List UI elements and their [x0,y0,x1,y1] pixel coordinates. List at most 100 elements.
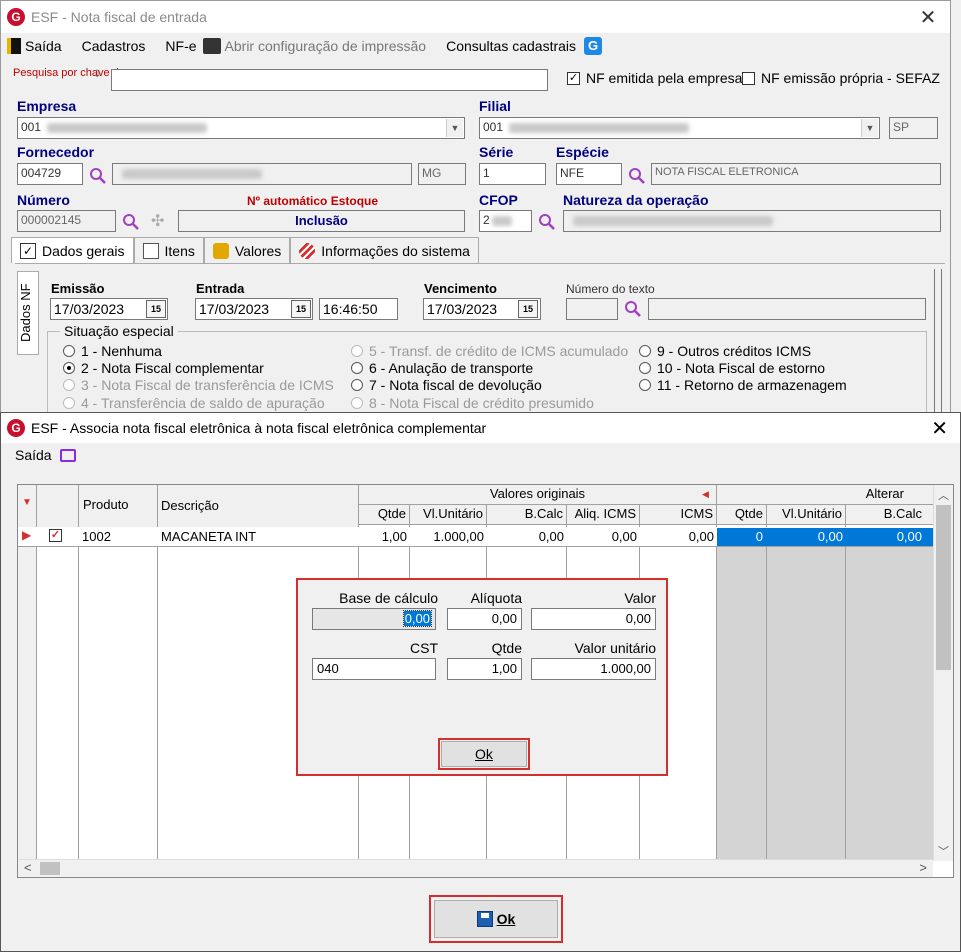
fornecedor-code[interactable]: 004729 [17,163,83,185]
radio-situacao-9[interactable]: 9 - Outros créditos ICMS [639,343,811,359]
table-row[interactable]: ▶ ✓ 1002 MACANETA INT 1,00 1.000,00 0,00… [18,527,935,547]
radio-situacao-2[interactable]: 2 - Nota Fiscal complementar [63,360,264,376]
menu-nfe[interactable]: NF-e [165,38,196,54]
radio-situacao-8[interactable]: 8 - Nota Fiscal de crédito presumido [351,395,594,411]
calendar-icon[interactable]: 15 [518,300,538,318]
header-alt-b-calc[interactable]: B.Calc [846,505,935,525]
calendar-icon[interactable]: 15 [146,300,166,318]
radio-situacao-3[interactable]: 3 - Nota Fiscal de transferência de ICMS [63,377,334,393]
vencimento-label: Vencimento [424,281,497,296]
search-icon[interactable] [122,213,140,231]
cell-alt-qtde[interactable]: 0 [717,528,763,546]
tab-dados-gerais[interactable]: ✓ Dados gerais [11,237,134,263]
header-qtde[interactable]: Qtde [359,505,410,525]
add-icon[interactable]: ✣ [151,211,164,231]
radio-situacao-5[interactable]: 5 - Transf. de crédito de ICMS acumulado [351,343,628,359]
search-icon[interactable] [538,213,556,231]
valor-input[interactable]: 0,00 [531,608,656,630]
radio-situacao-11[interactable]: 11 - Retorno de armazenagem [639,377,847,393]
info-stripes-icon [299,242,316,259]
empresa-select[interactable]: 001 ▼ [17,117,465,139]
collapse-left-icon[interactable]: ◀ [702,489,709,500]
radio-situacao-4[interactable]: 4 - Transferência de saldo de apuração [63,395,325,411]
serie-input[interactable]: 1 [479,163,546,185]
numero-texto-input[interactable] [566,298,618,320]
search-icon[interactable] [628,167,646,185]
vertical-scrollbar[interactable]: ︿ ﹀ [933,485,953,861]
numero-input[interactable]: 000002145 [17,210,116,232]
chevron-down-icon[interactable]: ﹀ [938,843,949,859]
horizontal-scrollbar[interactable]: < > [18,859,933,877]
valor-unitario-input[interactable]: 1.000,00 [531,658,656,680]
menu-cadastros[interactable]: Cadastros [82,38,146,54]
monitor-icon[interactable] [59,448,76,462]
check-icon: ✓ [20,242,36,259]
cell-produto: 1002 [82,529,111,544]
radio-label: 2 - Nota Fiscal complementar [81,360,264,376]
fornecedor-label: Fornecedor [17,144,95,160]
entrada-time-input[interactable]: 16:46:50 [319,298,398,320]
tab-informacoes-label: Informações do sistema [321,242,470,259]
main-close-icon[interactable]: ✕ [916,5,940,30]
fornecedor-name [112,163,412,185]
cst-input[interactable]: 040 [312,658,436,680]
qtde-input[interactable]: 1,00 [447,658,522,680]
menu-consultas[interactable]: Consultas cadastrais [446,38,576,54]
search-icon[interactable] [89,167,107,185]
filial-name-redacted [509,122,690,133]
filial-select[interactable]: 001 ▼ [479,117,880,139]
base-calculo-input[interactable]: 0,00 [312,608,436,630]
row-checkbox[interactable]: ✓ [49,529,62,542]
header-alterar: Alterar [717,485,935,505]
especie-code[interactable]: NFE [556,163,622,185]
search-input[interactable] [111,69,548,91]
edit-document-icon [142,242,159,259]
header-aliq-icms[interactable]: Aliq. ICMS [567,505,640,525]
header-icms[interactable]: ICMS [640,505,717,525]
menu-abrir-config[interactable]: Abrir configuração de impressão [202,38,426,54]
tab-informacoes[interactable]: Informações do sistema [290,237,479,263]
dialog-menu-saida[interactable]: Saída [15,447,52,463]
side-tab-dados-nf[interactable]: Dados NF [17,271,39,355]
ok-button[interactable]: Ok [434,900,558,938]
scroll-thumb[interactable] [936,505,951,670]
cell-icms: 0,00 [688,529,714,544]
header-alt-vl-unitario[interactable]: Vl.Unitário [767,505,846,525]
tab-itens[interactable]: Itens [133,237,204,263]
header-b-calc[interactable]: B.Calc [487,505,567,525]
popup-ok-button[interactable]: Ok [441,741,527,767]
radio-label: 4 - Transferência de saldo de apuração [81,395,325,411]
app-g-icon[interactable]: G [584,37,603,55]
calendar-icon[interactable]: 15 [291,300,311,318]
search-icon[interactable] [624,300,642,318]
header-vl-unitario[interactable]: Vl.Unitário [410,505,487,525]
header-alt-qtde[interactable]: Qtde [717,505,767,525]
aliquota-input[interactable]: 0,00 [447,608,522,630]
radio-situacao-10[interactable]: 10 - Nota Fiscal de estorno [639,360,825,376]
nf-propria-checkbox[interactable]: NF emissão própria - SEFAZ [742,70,940,86]
dialog-close-icon[interactable]: ✕ [931,416,948,441]
radio-situacao-7[interactable]: 7 - Nota fiscal de devolução [351,377,542,393]
nf-empresa-checkbox[interactable]: ✓ NF emitida pela empresa [567,70,742,86]
menu-saida[interactable]: Saída [7,38,62,54]
indicator-col [18,537,36,861]
menu-saida-label: Saída [25,38,62,54]
filial-code: 001 [483,120,504,134]
hscroll-thumb[interactable] [40,862,60,875]
tab-valores[interactable]: Valores [203,237,291,263]
chevron-right-icon[interactable]: > [919,860,927,875]
emissao-value: 17/03/2023 [54,301,125,317]
chevron-down-icon[interactable]: ▼ [446,119,463,137]
chevron-left-icon[interactable]: < [24,860,32,875]
natureza-input [563,210,941,232]
sort-down-icon: ▼ [22,497,32,508]
entrada-date-value: 17/03/2023 [199,301,270,317]
chevron-down-icon[interactable]: ▼ [861,119,878,137]
cfop-input[interactable]: 2 [479,210,532,232]
filial-label: Filial [479,98,511,114]
cell-alt-vl-unitario[interactable]: 0,00 [767,528,843,546]
radio-situacao-6[interactable]: 6 - Anulação de transporte [351,360,533,376]
chevron-up-icon[interactable]: ︿ [938,487,949,503]
cell-alt-b-calc[interactable]: 0,00 [846,528,922,546]
radio-situacao-1[interactable]: 1 - Nenhuma [63,343,162,359]
